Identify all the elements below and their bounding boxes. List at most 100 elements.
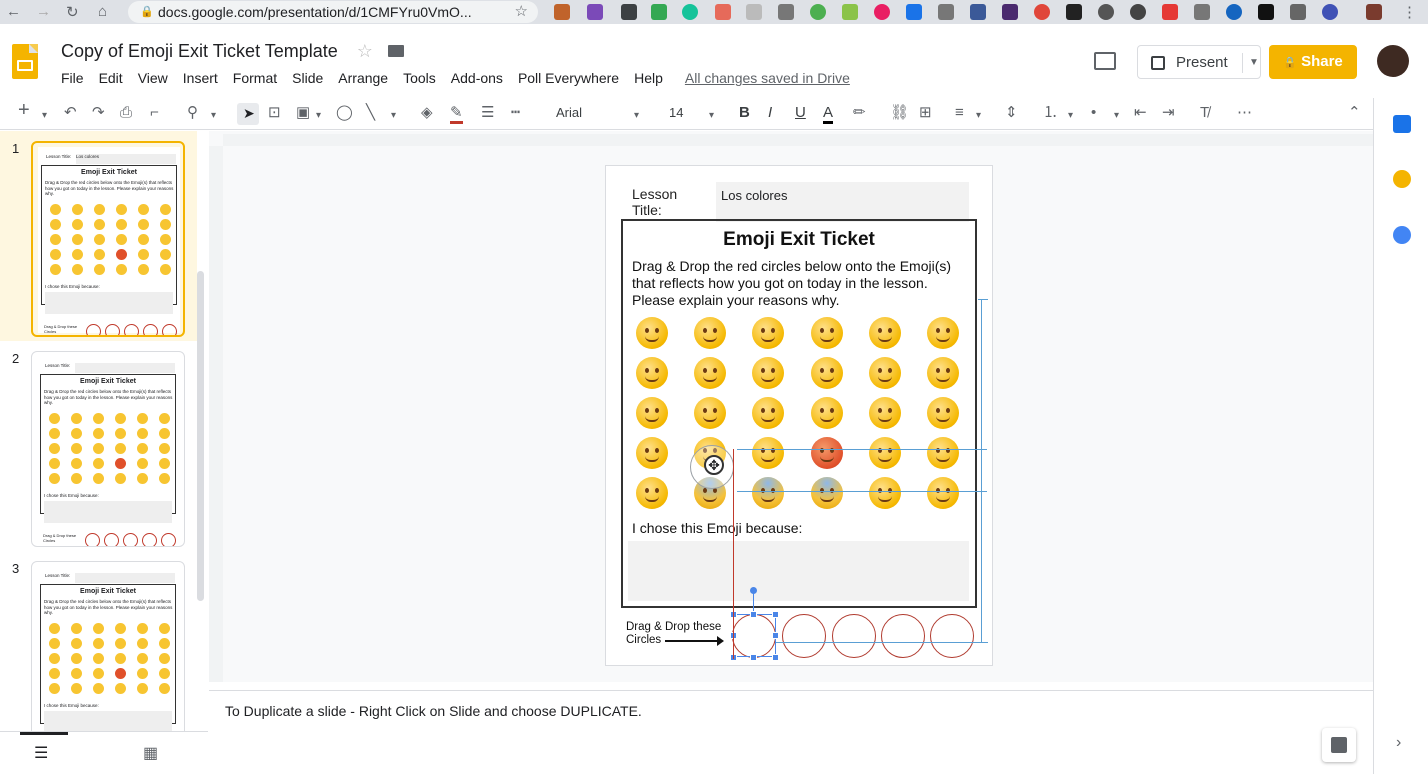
menu-addons[interactable]: Add-ons bbox=[451, 70, 503, 86]
emoji-icon[interactable] bbox=[811, 357, 843, 389]
emoji-icon[interactable] bbox=[811, 477, 843, 509]
emoji-icon[interactable] bbox=[636, 437, 668, 469]
answer-text-box[interactable] bbox=[628, 541, 969, 601]
chose-emoji-label[interactable]: I chose this Emoji because: bbox=[632, 520, 802, 536]
more-icon[interactable]: ⋮ bbox=[1402, 3, 1417, 21]
bulleted-list-dropdown-icon[interactable]: ▾ bbox=[1114, 108, 1119, 124]
home-icon[interactable]: ⌂ bbox=[98, 3, 107, 20]
extension-icon[interactable] bbox=[715, 4, 731, 20]
emoji-icon[interactable] bbox=[752, 397, 784, 429]
emoji-icon[interactable] bbox=[927, 357, 959, 389]
extension-icon[interactable] bbox=[587, 4, 603, 20]
extension-icon[interactable] bbox=[906, 4, 922, 20]
extension-icon[interactable] bbox=[1098, 4, 1114, 20]
extension-icon[interactable] bbox=[778, 4, 794, 20]
font-dropdown-icon[interactable]: ▾ bbox=[634, 108, 639, 124]
horizontal-ruler[interactable] bbox=[223, 134, 1373, 146]
extension-icon[interactable] bbox=[651, 4, 667, 20]
menu-file[interactable]: File bbox=[61, 70, 84, 86]
text-box-icon[interactable]: ⊡ bbox=[268, 105, 281, 121]
star-icon[interactable]: ☆ bbox=[357, 41, 373, 61]
decrease-indent-icon[interactable]: ⇤ bbox=[1134, 105, 1147, 121]
link-icon[interactable]: ⛓ bbox=[890, 105, 909, 121]
fill-color-icon[interactable]: ◈ bbox=[421, 105, 433, 121]
tasks-icon[interactable] bbox=[1393, 226, 1411, 244]
numbered-list-dropdown-icon[interactable]: ▾ bbox=[1068, 108, 1073, 124]
italic-button[interactable]: I bbox=[768, 105, 772, 121]
extension-icon[interactable] bbox=[1322, 4, 1338, 20]
emoji-icon[interactable] bbox=[694, 397, 726, 429]
menu-help[interactable]: Help bbox=[634, 70, 663, 86]
lesson-title-value[interactable]: Los colores bbox=[716, 182, 969, 222]
menu-format[interactable]: Format bbox=[233, 70, 277, 86]
emoji-icon[interactable] bbox=[869, 437, 901, 469]
share-button[interactable]: 🔒 Share bbox=[1269, 45, 1357, 79]
extension-icon[interactable] bbox=[1226, 4, 1242, 20]
zoom-dropdown-icon[interactable]: ▾ bbox=[211, 108, 216, 124]
emoji-icon[interactable] bbox=[927, 317, 959, 349]
numbered-list-icon[interactable]: ⒈ bbox=[1043, 105, 1058, 121]
emoji-icon[interactable] bbox=[869, 357, 901, 389]
drag-circle[interactable] bbox=[832, 614, 876, 658]
menu-slide[interactable]: Slide bbox=[292, 70, 323, 86]
emoji-icon[interactable] bbox=[694, 357, 726, 389]
resize-handle[interactable] bbox=[750, 611, 757, 618]
font-select[interactable]: Arial bbox=[556, 105, 582, 121]
speaker-notes[interactable]: To Duplicate a slide - Right Click on Sl… bbox=[209, 690, 1373, 774]
bold-button[interactable]: B bbox=[739, 105, 750, 121]
highlight-icon[interactable]: ✏ bbox=[853, 105, 866, 121]
calendar-icon[interactable] bbox=[1393, 115, 1411, 133]
expand-panel-icon[interactable]: › bbox=[1396, 734, 1401, 752]
extension-icon[interactable] bbox=[1290, 4, 1306, 20]
line-spacing-icon[interactable]: ⇕ bbox=[1005, 105, 1018, 121]
emoji-icon[interactable] bbox=[752, 437, 784, 469]
emoji-icon[interactable] bbox=[636, 317, 668, 349]
document-title[interactable]: Copy of Emoji Exit Ticket Template ☆ bbox=[61, 41, 404, 62]
shape-icon[interactable]: ◯ bbox=[336, 105, 353, 121]
insert-comment-icon[interactable]: ⊞ bbox=[919, 105, 932, 121]
emoji-icon[interactable] bbox=[927, 397, 959, 429]
emoji-icon[interactable] bbox=[927, 437, 959, 469]
rotate-handle[interactable] bbox=[750, 587, 757, 594]
save-status[interactable]: All changes saved in Drive bbox=[685, 70, 850, 86]
emoji-icon[interactable] bbox=[752, 357, 784, 389]
extension-icon[interactable] bbox=[1066, 4, 1082, 20]
slide-thumbnail-2[interactable]: Lesson Title: Emoji Exit Ticket Drag & D… bbox=[31, 351, 185, 547]
slide-thumbnail-1[interactable]: Lesson Title: Los colores Emoji Exit Tic… bbox=[31, 141, 185, 337]
present-dropdown-icon[interactable]: ▼ bbox=[1242, 53, 1262, 73]
extension-icon[interactable] bbox=[621, 4, 637, 20]
border-color-icon[interactable]: ✎ bbox=[450, 105, 463, 124]
drag-circle[interactable] bbox=[881, 614, 925, 658]
forward-icon[interactable]: → bbox=[36, 3, 51, 20]
extension-icon[interactable] bbox=[1258, 4, 1274, 20]
menu-insert[interactable]: Insert bbox=[183, 70, 218, 86]
extension-icon[interactable] bbox=[1034, 4, 1050, 20]
clear-formatting-icon[interactable]: T̸ bbox=[1200, 105, 1209, 121]
resize-handle[interactable] bbox=[772, 654, 779, 661]
undo-icon[interactable]: ↶ bbox=[64, 105, 77, 121]
menu-arrange[interactable]: Arrange bbox=[338, 70, 388, 86]
drag-circle[interactable] bbox=[930, 614, 974, 658]
zoom-icon[interactable]: ⚲ bbox=[187, 105, 198, 121]
emoji-icon[interactable] bbox=[811, 317, 843, 349]
explore-button[interactable] bbox=[1322, 728, 1356, 762]
resize-handle[interactable] bbox=[750, 654, 757, 661]
address-bar[interactable]: 🔒 docs.google.com/presentation/d/1CMFYru… bbox=[128, 1, 538, 23]
bulleted-list-icon[interactable]: • bbox=[1091, 105, 1096, 121]
slides-logo-icon[interactable] bbox=[12, 44, 38, 79]
align-icon[interactable]: ≡ bbox=[955, 105, 964, 121]
new-slide-icon[interactable]: + bbox=[18, 100, 30, 120]
border-weight-icon[interactable]: ☰ bbox=[481, 105, 494, 121]
menu-poll-everywhere[interactable]: Poll Everywhere bbox=[518, 70, 619, 86]
font-size-dropdown-icon[interactable]: ▾ bbox=[709, 108, 714, 124]
emoji-icon[interactable] bbox=[752, 317, 784, 349]
resize-handle[interactable] bbox=[772, 632, 779, 639]
menu-tools[interactable]: Tools bbox=[403, 70, 436, 86]
folder-icon[interactable] bbox=[387, 45, 404, 57]
keep-icon[interactable] bbox=[1393, 170, 1411, 188]
extension-icon[interactable] bbox=[1162, 4, 1178, 20]
emoji-icon[interactable] bbox=[869, 477, 901, 509]
drag-circle[interactable] bbox=[782, 614, 826, 658]
speaker-notes-text[interactable]: To Duplicate a slide - Right Click on Sl… bbox=[225, 703, 642, 719]
align-dropdown-icon[interactable]: ▾ bbox=[976, 108, 981, 124]
